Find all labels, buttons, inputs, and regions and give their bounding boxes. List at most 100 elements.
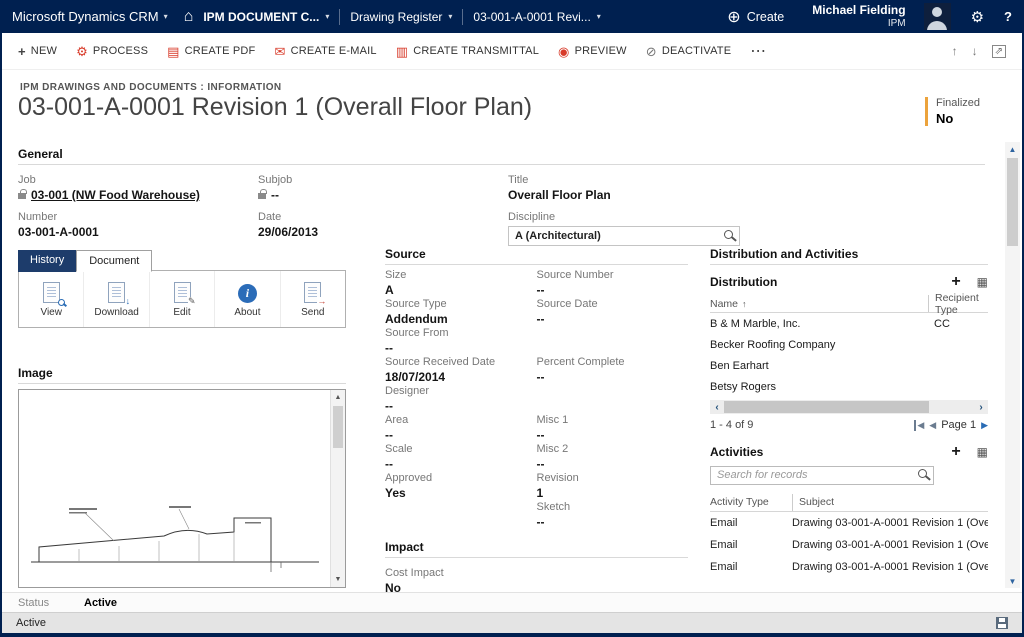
- add-distribution-icon[interactable]: +: [951, 275, 960, 289]
- add-activity-icon[interactable]: +: [951, 445, 960, 459]
- field-job: Job 03-001 (NW Food Warehouse): [18, 174, 258, 202]
- source-field-label: Area: [385, 415, 537, 426]
- tab-history[interactable]: History: [18, 250, 76, 272]
- scroll-left-icon[interactable]: ‹: [710, 400, 724, 414]
- preview-button[interactable]: ◉ PREVIEW: [558, 45, 627, 58]
- edit-button[interactable]: ✎ Edit: [150, 271, 215, 327]
- source-field[interactable]: Source Received Date18/07/2014: [385, 352, 537, 381]
- image-preview-panel[interactable]: ▲ ▼: [18, 389, 346, 588]
- column-subject[interactable]: Subject: [792, 494, 988, 511]
- popout-icon[interactable]: ⇗: [992, 45, 1006, 58]
- distribution-row[interactable]: B & M Marble, Inc.CC: [710, 313, 988, 334]
- field-cost-impact[interactable]: Cost Impact No: [385, 567, 688, 595]
- view-button[interactable]: View: [19, 271, 84, 327]
- scroll-right-icon[interactable]: ›: [974, 400, 988, 414]
- source-field[interactable]: Sketch--: [537, 497, 689, 526]
- previous-page-icon[interactable]: ◀: [929, 420, 936, 431]
- source-field[interactable]: Source TypeAddendum: [385, 294, 537, 323]
- source-field-label: Misc 1: [537, 415, 689, 426]
- nav-item-record[interactable]: 03-001-A-0001 Revi... ▾: [473, 10, 600, 24]
- source-field[interactable]: Misc 2--: [537, 439, 689, 468]
- source-field[interactable]: Revision1: [537, 468, 689, 497]
- nav-item-view[interactable]: Drawing Register ▾: [350, 10, 452, 24]
- date-label: Date: [258, 211, 508, 223]
- create-button[interactable]: ⊕ Create: [727, 7, 784, 27]
- finalized-field[interactable]: Finalized No: [925, 97, 980, 126]
- deactivate-button[interactable]: ⊘ DEACTIVATE: [646, 45, 732, 58]
- source-field[interactable]: Percent Complete--: [537, 352, 689, 381]
- open-grid-icon[interactable]: ▦: [977, 276, 988, 288]
- about-button[interactable]: i About: [215, 271, 280, 327]
- source-field[interactable]: Source Date--: [537, 294, 689, 323]
- activity-row[interactable]: EmailDrawing 03-001-A-0001 Revision 1 (O…: [710, 512, 988, 534]
- next-page-icon[interactable]: ▶: [981, 420, 988, 431]
- about-label: About: [234, 307, 260, 318]
- new-button[interactable]: + NEW: [18, 45, 57, 58]
- user-info[interactable]: Michael Fielding IPM: [812, 4, 905, 29]
- avatar[interactable]: [924, 3, 951, 30]
- distribution-hscrollbar[interactable]: ‹ ›: [710, 400, 988, 414]
- number-value[interactable]: 03-001-A-0001: [18, 226, 258, 239]
- title-value[interactable]: Overall Floor Plan: [508, 189, 978, 202]
- process-icon: ⚙: [76, 45, 88, 58]
- app-menu-button[interactable]: Microsoft Dynamics CRM ▾: [12, 9, 168, 24]
- distribution-row[interactable]: Ben Earhart: [710, 355, 988, 376]
- source-field[interactable]: Source Number--: [537, 265, 689, 294]
- source-field[interactable]: Scale--: [385, 439, 537, 468]
- help-icon[interactable]: ?: [1004, 9, 1012, 24]
- user-org: IPM: [812, 18, 905, 30]
- job-link[interactable]: 03-001 (NW Food Warehouse): [31, 188, 200, 202]
- column-name[interactable]: Name ↑: [710, 298, 928, 310]
- nav-item-entity[interactable]: IPM DOCUMENT C... ▾: [203, 10, 329, 24]
- hscroll-thumb[interactable]: [724, 401, 929, 413]
- create-email-button[interactable]: ✉ CREATE E-MAIL: [274, 45, 376, 58]
- search-icon[interactable]: [918, 469, 927, 478]
- activity-type: Email: [710, 539, 792, 551]
- distribution-row[interactable]: Betsy Rogers: [710, 376, 988, 397]
- create-pdf-button[interactable]: ▤ CREATE PDF: [167, 45, 255, 58]
- discipline-input[interactable]: [508, 226, 740, 246]
- open-grid-icon[interactable]: ▦: [977, 446, 988, 458]
- more-commands-icon[interactable]: ⋯: [750, 41, 766, 61]
- lookup-search-icon[interactable]: [724, 230, 733, 239]
- gear-icon[interactable]: ⚙: [971, 8, 984, 26]
- image-scrollbar[interactable]: ▲ ▼: [330, 390, 345, 587]
- source-field[interactable]: Area--: [385, 410, 537, 439]
- source-field[interactable]: ApprovedYes: [385, 468, 537, 497]
- main-scrollbar[interactable]: ▲ ▼: [1005, 142, 1020, 588]
- distribution-name: Becker Roofing Company: [710, 339, 928, 351]
- column-recipient-type[interactable]: Recipient Type: [928, 295, 988, 312]
- main-scroll-thumb[interactable]: [1007, 158, 1018, 246]
- scroll-up-icon[interactable]: ▲: [1005, 142, 1020, 156]
- activity-row[interactable]: EmailDrawing 03-001-A-0001 Revision 1 (O…: [710, 556, 988, 578]
- source-field[interactable]: Misc 1--: [537, 410, 689, 439]
- scroll-down-icon[interactable]: ▼: [331, 572, 345, 587]
- create-transmittal-button[interactable]: ▥ CREATE TRANSMITTAL: [396, 45, 539, 58]
- source-field[interactable]: Source From--: [385, 323, 537, 352]
- download-button[interactable]: ↓ Download: [84, 271, 149, 327]
- save-icon[interactable]: [996, 617, 1008, 629]
- source-field[interactable]: Designer--: [385, 381, 537, 410]
- scroll-down-icon[interactable]: ▼: [1005, 574, 1020, 588]
- activity-row[interactable]: EmailDrawing 03-001-A-0001 Revision 1 (O…: [710, 534, 988, 556]
- first-page-icon[interactable]: ◀: [914, 420, 924, 431]
- tab-document[interactable]: Document: [76, 250, 152, 272]
- image-scroll-thumb[interactable]: [333, 406, 343, 448]
- next-record-icon[interactable]: ↓: [972, 44, 978, 58]
- section-distribution-activities: Distribution and Activities Distribution…: [710, 247, 988, 578]
- distribution-row[interactable]: Becker Roofing Company: [710, 334, 988, 355]
- window-edge: [0, 633, 1024, 637]
- send-button[interactable]: → Send: [281, 271, 345, 327]
- column-activity-type[interactable]: Activity Type: [710, 496, 792, 508]
- page-title: 03-001-A-0001 Revision 1 (Overall Floor …: [18, 93, 532, 122]
- pdf-icon: ▤: [167, 45, 179, 58]
- source-field[interactable]: SizeA: [385, 265, 537, 294]
- scroll-up-icon[interactable]: ▲: [331, 390, 345, 405]
- process-button[interactable]: ⚙ PROCESS: [76, 45, 148, 58]
- top-navbar: Microsoft Dynamics CRM ▾ ⌂ IPM DOCUMENT …: [0, 0, 1024, 33]
- activity-type: Email: [710, 517, 792, 529]
- search-input[interactable]: [710, 466, 934, 485]
- previous-record-icon[interactable]: ↑: [952, 44, 958, 58]
- home-icon[interactable]: ⌂: [184, 8, 194, 26]
- date-value[interactable]: 29/06/2013: [258, 226, 508, 239]
